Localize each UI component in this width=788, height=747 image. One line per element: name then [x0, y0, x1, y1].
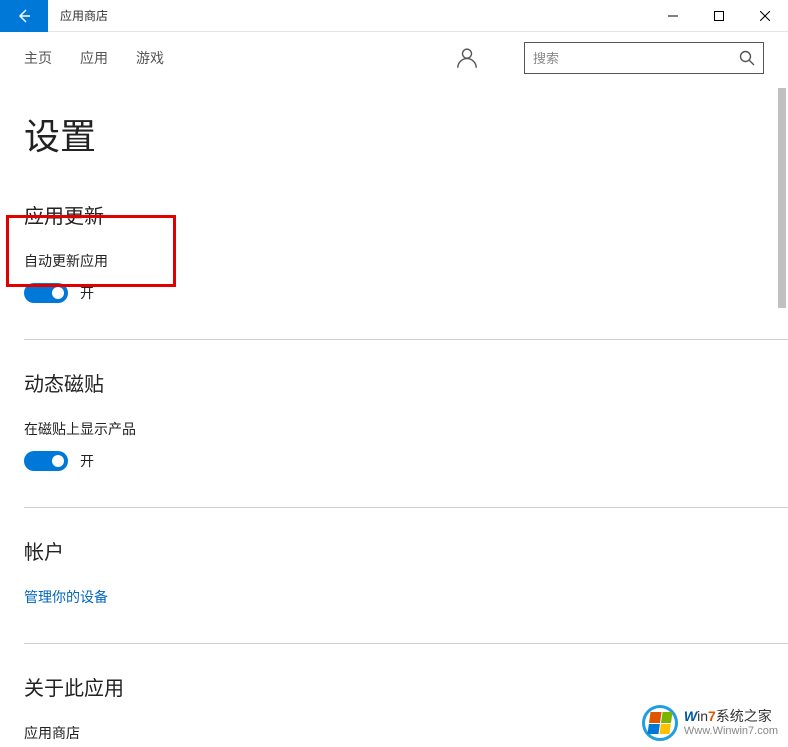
auto-update-label: 自动更新应用 [24, 251, 764, 271]
minimize-icon [668, 11, 678, 21]
section-account: 帐户 [24, 536, 764, 565]
auto-update-state: 开 [80, 283, 94, 303]
content-wrap: 设置 应用更新 自动更新应用 开 动态磁贴 在磁贴上显示产品 开 帐户 管理你的… [0, 84, 788, 747]
manage-devices-link[interactable]: 管理你的设备 [24, 587, 108, 607]
page-title: 设置 [24, 108, 764, 160]
search-input[interactable] [533, 51, 739, 66]
arrow-left-icon [16, 8, 32, 24]
window-title: 应用商店 [48, 7, 650, 24]
show-products-toggle-row: 开 [24, 451, 764, 471]
nav-home[interactable]: 主页 [24, 48, 52, 68]
show-products-toggle[interactable] [24, 451, 68, 471]
auto-update-toggle[interactable] [24, 283, 68, 303]
nav-bar: 主页 应用 游戏 [0, 32, 788, 84]
search-icon [739, 50, 755, 66]
watermark-text: Win7Win7系统之家系统之家 Www.Winwin7.com [684, 709, 778, 736]
watermark-logo-icon [642, 705, 678, 741]
user-icon[interactable] [454, 45, 480, 71]
scrollbar[interactable] [778, 88, 786, 308]
section-live-tiles: 动态磁贴 [24, 368, 764, 397]
show-products-state: 开 [80, 451, 94, 471]
show-products-label: 在磁贴上显示产品 [24, 419, 764, 439]
close-icon [760, 11, 770, 21]
watermark: Win7Win7系统之家系统之家 Www.Winwin7.com [642, 705, 778, 741]
auto-update-toggle-row: 开 [24, 283, 764, 303]
minimize-button[interactable] [650, 0, 696, 32]
section-about: 关于此应用 [24, 672, 764, 701]
divider [24, 507, 788, 508]
close-button[interactable] [742, 0, 788, 32]
nav-games[interactable]: 游戏 [136, 48, 164, 68]
settings-content: 设置 应用更新 自动更新应用 开 动态磁贴 在磁贴上显示产品 开 帐户 管理你的… [0, 84, 788, 747]
search-box[interactable] [524, 42, 764, 74]
divider [24, 643, 788, 644]
maximize-icon [714, 11, 724, 21]
maximize-button[interactable] [696, 0, 742, 32]
titlebar: 应用商店 [0, 0, 788, 32]
divider [24, 339, 788, 340]
section-app-updates: 应用更新 [24, 200, 764, 229]
back-button[interactable] [0, 0, 48, 32]
window-controls [650, 0, 788, 32]
nav-apps[interactable]: 应用 [80, 48, 108, 68]
